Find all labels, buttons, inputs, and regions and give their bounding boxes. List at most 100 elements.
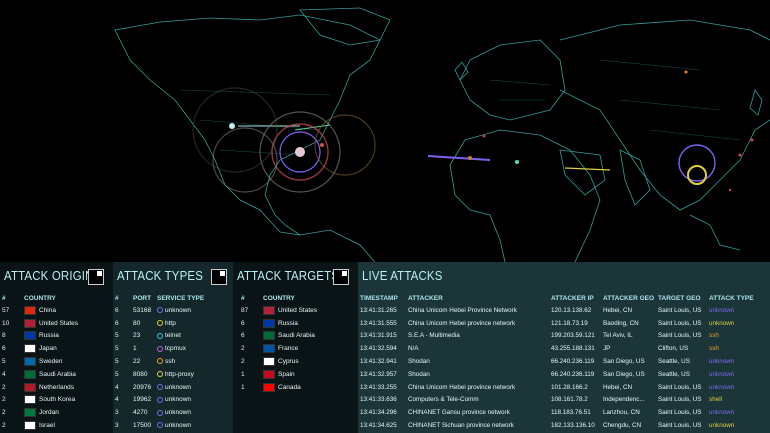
country-name: Sweden — [39, 358, 63, 366]
timestamp-cell: 13:41:33.255 — [360, 383, 397, 391]
toggle-panel-icon[interactable] — [88, 269, 104, 285]
count-cell: 5 — [115, 370, 119, 378]
attack-type-cell: unknown — [709, 319, 735, 327]
target-geo-cell: Saint Louis, US — [658, 319, 702, 327]
count-cell: 2 — [241, 358, 245, 366]
attack-type-cell: unknown — [709, 370, 735, 378]
country-name: France — [278, 345, 299, 353]
column-header: ATTACKER — [408, 295, 443, 302]
target-geo-cell: Saint Louis, US — [658, 409, 702, 417]
count-cell: 5 — [2, 358, 6, 366]
target-geo-cell: Saint Louis, US — [658, 332, 702, 340]
flag-icon — [263, 369, 275, 379]
service-dot-icon — [157, 319, 163, 326]
port-cell: 17500 — [133, 422, 152, 430]
flag-icon — [263, 305, 275, 315]
count-cell: 2 — [2, 383, 6, 391]
country-name: Netherlands — [39, 383, 75, 391]
country-name: Cyprus — [278, 358, 299, 366]
attack-targets-panel: ATTACK TARGETS # COUNTRY 87 United States… — [233, 262, 358, 433]
world-map-svg — [114, 7, 770, 262]
table-row: 8 Russia — [0, 330, 80, 343]
timestamp-cell: 13:41:34.625 — [360, 422, 397, 430]
attack-type-cell: unknown — [709, 383, 735, 391]
attacker-geo-cell: Hebei, CN — [603, 306, 633, 314]
flag-icon — [24, 344, 36, 354]
country-cell: Japan — [22, 342, 80, 355]
service-dot-icon — [157, 307, 163, 314]
country-cell: Saudi Arabia — [22, 368, 80, 381]
live-attack-row: 13:41:33.255 China Unicom Hebei province … — [358, 381, 756, 394]
attack-type-cell: unknown — [709, 306, 735, 314]
africa-outline — [449, 129, 601, 262]
live-attack-row: 13:41:34.296 CHINANET Gansu province netw… — [358, 406, 756, 419]
attacker-geo-cell: Lanzhou, CN — [603, 409, 640, 417]
live-attack-row: 13:41:31.555 China Unicom Hebei province … — [358, 317, 756, 330]
india-outline — [619, 149, 651, 206]
attack-origins-panel: ATTACK ORIGINS # COUNTRY 57 China 10 United… — [0, 262, 113, 433]
flag-icon — [24, 382, 36, 392]
service-dot-icon — [157, 396, 163, 403]
country-name: Israel — [39, 422, 55, 430]
bar-chart-icon[interactable] — [211, 269, 227, 285]
country-name: South Korea — [39, 396, 76, 404]
attacker-cell: China Unicom Hebei Province Network — [408, 306, 517, 314]
attack-dot — [684, 70, 688, 74]
column-header: TIMESTAMP — [360, 295, 398, 302]
attack-type-cell: unknown — [709, 422, 735, 430]
north-america-outline — [114, 14, 381, 236]
flag-icon — [24, 369, 36, 379]
count-cell: 3 — [115, 409, 119, 417]
port-cell: 53168 — [133, 306, 152, 314]
attacker-cell: China Unicom Hebei province network — [408, 383, 516, 391]
flag-icon — [24, 318, 36, 328]
flag-icon — [263, 344, 275, 354]
attack-dot — [295, 147, 305, 157]
column-header: # — [241, 295, 245, 302]
table-row: 57 China — [0, 304, 80, 317]
attacker-cell: S.E.A - Multimedia — [408, 332, 460, 340]
service-name: unknown — [165, 409, 192, 417]
service-name: unknown — [165, 383, 192, 391]
europe-outline — [459, 39, 566, 121]
attacker-ip-cell: 121.18.73.19 — [551, 319, 588, 327]
attack-type-cell: unknown — [709, 409, 735, 417]
column-header: # — [115, 295, 119, 302]
toggle-panel-icon[interactable] — [333, 269, 349, 285]
target-geo-cell: Saint Louis, US — [658, 422, 702, 430]
count-cell: 4 — [2, 370, 6, 378]
count-cell: 6 — [241, 332, 245, 340]
table-row: 1 Spain — [233, 368, 319, 381]
country-name: Saudi Arabia — [39, 371, 76, 379]
column-header: ATTACKER GEO — [603, 295, 655, 302]
table-row: 10 United States — [0, 317, 80, 330]
timestamp-cell: 13:41:32.941 — [360, 358, 397, 366]
country-name: Russia — [39, 332, 59, 340]
service-name: http-proxy — [165, 370, 194, 378]
attack-types-table: # PORT SERVICE TYPE 6 53168 unknown 6 80 http… — [113, 293, 206, 432]
attacker-cell: Computers & Tele-Comm — [408, 396, 479, 404]
greenland-outline — [299, 7, 391, 46]
table-row: 6 53168 unknown — [113, 304, 206, 317]
world-attack-map[interactable] — [0, 0, 770, 262]
live-attacks-panel: LIVE ATTACKS TIMESTAMP ATTACKER ATTACKER… — [358, 262, 770, 433]
count-cell: 87 — [241, 306, 249, 314]
attack-type-cell: unknown — [709, 358, 735, 366]
timestamp-cell: 13:41:33.636 — [360, 396, 397, 404]
table-row: 2 Cyprus — [233, 355, 319, 368]
column-header: SERVICE TYPE — [157, 295, 205, 302]
attack-origins-table: # COUNTRY 57 China 10 United States 8 Russia 6… — [0, 293, 80, 432]
port-cell: 19962 — [133, 396, 152, 404]
column-header: ATTACKER IP — [551, 295, 594, 302]
count-cell: 5 — [115, 345, 119, 353]
flag-icon — [24, 408, 36, 418]
service-name: unknown — [165, 422, 192, 430]
live-attack-row: 13:41:32.957 Shodan 66.240.236.119 San Dieg… — [358, 368, 756, 381]
target-geo-cell: Saint Louis, US — [658, 383, 702, 391]
attack-dot — [229, 123, 235, 129]
table-row: 4 19962 unknown — [113, 394, 206, 407]
service-cell: http — [155, 317, 206, 330]
live-attack-row: 13:41:31.915 S.E.A - Multimedia 199.203.59… — [358, 330, 756, 343]
service-dot-icon — [157, 345, 163, 352]
port-cell: 8080 — [133, 370, 148, 378]
